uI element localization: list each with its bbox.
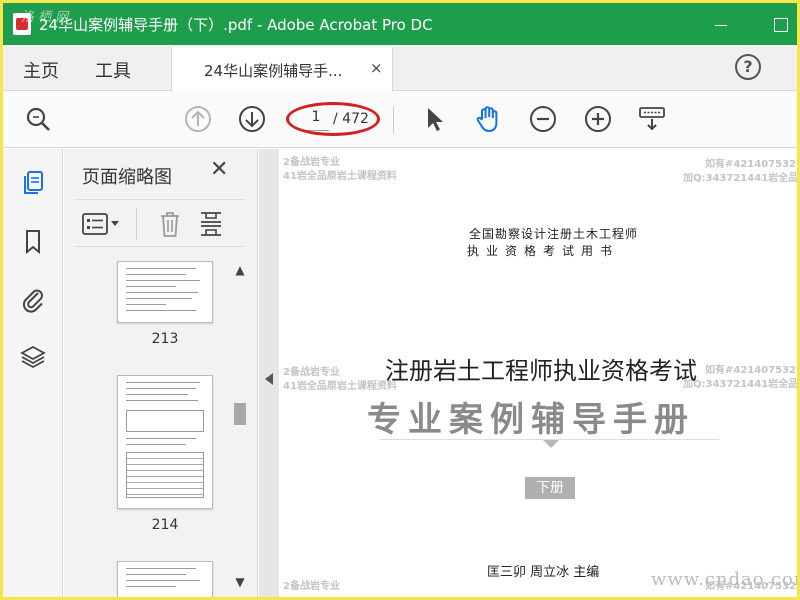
watermark-text: 2备战岩专业 <box>283 581 340 592</box>
doc-title-line2: 专业案例辅导手册 <box>367 400 695 440</box>
watermark-text: 如有#421407532会员分享专业 <box>705 159 797 170</box>
thumbnail-panel: 页面缩略图 ✕ 213 214 ▲ ▼ <box>64 149 258 597</box>
collapse-arrow-icon[interactable] <box>265 373 273 385</box>
paperclip-icon[interactable] <box>19 285 47 313</box>
scroll-up-icon[interactable]: ▲ <box>231 261 249 279</box>
toolbar: 1 / 472 <box>3 92 797 148</box>
menu-tools[interactable]: 工具 <box>95 57 131 83</box>
site-watermark: www.cndao.com <box>651 569 797 590</box>
watermark-text: 41岩全品原岩土课程资料 <box>283 381 397 392</box>
page-thumbnail[interactable] <box>117 375 213 509</box>
maximize-button[interactable] <box>763 11 797 37</box>
watermark-text: 2备战岩专业 <box>283 367 340 378</box>
arrow-up-icon[interactable] <box>183 104 213 134</box>
thumbnail-page-label: 213 <box>151 331 179 347</box>
scroll-down-icon[interactable]: ▼ <box>231 573 249 591</box>
pointer-icon[interactable] <box>419 104 449 134</box>
window-title: 24华山案例辅导手册（下）.pdf - Adobe Acrobat Pro DC <box>39 16 433 34</box>
close-tab-icon[interactable]: × <box>370 59 383 77</box>
acrobat-window: 洛 栖 网 24华山案例辅导手册（下）.pdf - Adobe Acrobat … <box>3 3 797 597</box>
arrow-down-icon[interactable] <box>237 104 267 134</box>
menu-bar: 主页 工具 24华山案例辅导手... × ? <box>3 45 797 92</box>
left-nav-pane <box>3 149 63 597</box>
watermark-text: 如有#421407532会员分享专业 <box>705 365 797 376</box>
watermark-text: 2备战岩专业 <box>283 157 340 168</box>
panel-title: 页面缩略图 <box>82 167 172 188</box>
hand-icon[interactable] <box>473 104 503 134</box>
doc-header-line1: 全国勘察设计注册土木工程师 <box>469 227 639 241</box>
help-icon[interactable]: ? <box>735 54 761 80</box>
thumbnail-page-label: 214 <box>151 517 179 533</box>
watermark-text: 加Q:343721441岩全品原岩土课程资料 <box>683 379 797 390</box>
doc-authors: 匡三卯 周立冰 主编 <box>487 565 600 580</box>
page-thumbnail[interactable] <box>117 261 213 323</box>
menu-home[interactable]: 主页 <box>23 57 59 83</box>
minimize-button[interactable] <box>703 11 739 37</box>
title-bar: 洛 栖 网 24华山案例辅导手册（下）.pdf - Adobe Acrobat … <box>3 3 797 45</box>
document-tab[interactable]: 24华山案例辅导手... × <box>171 47 393 92</box>
panel-toolbar <box>74 199 244 247</box>
collapse-panel-strip[interactable] <box>259 149 279 597</box>
zoom-out-icon[interactable] <box>528 104 558 134</box>
close-panel-icon[interactable]: ✕ <box>210 157 228 182</box>
zoom-in-icon[interactable] <box>583 104 613 134</box>
scroll-thumb[interactable] <box>234 403 246 425</box>
chevron-down-icon[interactable] <box>110 220 120 228</box>
thumbnail-scrollbar[interactable]: ▲ ▼ <box>231 261 249 591</box>
doc-header-line2: 执业资格考试用书 <box>467 244 620 258</box>
volume-badge: 下册 <box>525 477 575 499</box>
page-thumbnails-icon[interactable] <box>19 169 47 197</box>
highlight-ring <box>286 102 380 136</box>
doc-triangle-ornament <box>543 440 559 448</box>
search-icon[interactable] <box>23 104 53 134</box>
options-menu-icon[interactable] <box>82 212 108 236</box>
bookmark-icon[interactable] <box>19 227 47 255</box>
keyboard-icon[interactable] <box>637 104 667 134</box>
watermark-text: 41岩全品原岩土课程资料 <box>283 171 397 182</box>
trash-icon[interactable] <box>158 210 182 238</box>
watermark-text: 加Q:343721441岩全品原岩土课程资料 <box>683 173 797 184</box>
panel-toolbar-divider <box>136 208 137 240</box>
toolbar-divider <box>393 106 394 134</box>
rotate-pages-icon[interactable] <box>198 210 224 238</box>
layers-icon[interactable] <box>19 343 47 371</box>
document-tab-label: 24华山案例辅导手... <box>204 62 343 80</box>
doc-title-line1: 注册岩土工程师执业资格考试 <box>385 357 697 385</box>
page-thumbnail[interactable] <box>117 561 213 597</box>
document-view[interactable]: 如有#421407532会员分享专业 加Q:343721441岩全品原岩土课程资… <box>279 149 797 597</box>
